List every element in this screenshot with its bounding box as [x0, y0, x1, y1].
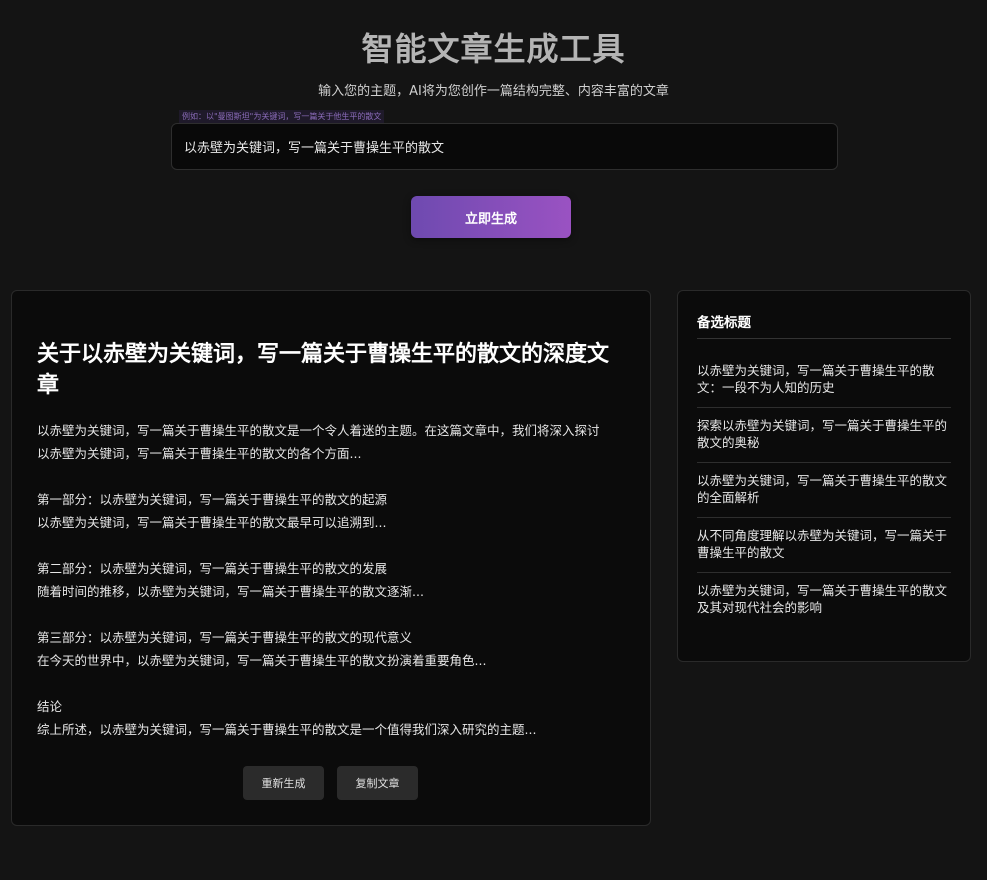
- topic-hint-label: 例如：以"曼图斯坦"为关键词，写一篇关于他生平的散文: [179, 110, 385, 123]
- article-paragraph-line: 以赤壁为关键词，写一篇关于曹操生平的散文的各个方面...: [37, 446, 362, 461]
- alternative-titles-panel: 备选标题 以赤壁为关键词，写一篇关于曹操生平的散文：一段不为人知的历史 探索以赤…: [677, 290, 971, 662]
- article-paragraph: 以赤壁为关键词，写一篇关于曹操生平的散文是一个令人着迷的主题。在这篇文章中，我们…: [37, 419, 632, 465]
- article-paragraph-line: 在今天的世界中，以赤壁为关键词，写一篇关于曹操生平的散文扮演着重要角色...: [37, 653, 487, 668]
- article-section-heading: 结论: [37, 699, 63, 714]
- generate-button[interactable]: 立即生成: [411, 196, 571, 238]
- article-title: 关于以赤壁为关键词，写一篇关于曹操生平的散文的深度文章: [37, 342, 610, 398]
- article-section-heading: 第三部分：以赤壁为关键词，写一篇关于曹操生平的散文的现代意义: [37, 630, 413, 645]
- alternative-titles-list: 以赤壁为关键词，写一篇关于曹操生平的散文：一段不为人知的历史 探索以赤壁为关键词…: [697, 353, 951, 627]
- regenerate-button[interactable]: 重新生成: [243, 766, 324, 800]
- article-paragraph: 第二部分：以赤壁为关键词，写一篇关于曹操生平的散文的发展 随着时间的推移，以赤壁…: [37, 557, 632, 603]
- article-paragraph: 第一部分：以赤壁为关键词，写一篇关于曹操生平的散文的起源 以赤壁为关键词，写一篇…: [37, 488, 632, 534]
- article-paragraph-line: 以赤壁为关键词，写一篇关于曹操生平的散文最早可以追溯到...: [37, 515, 387, 530]
- article-paragraph: 结论 综上所述，以赤壁为关键词，写一篇关于曹操生平的散文是一个值得我们深入研究的…: [37, 695, 632, 741]
- alternative-title-item[interactable]: 从不同角度理解以赤壁为关键词，写一篇关于曹操生平的散文: [697, 518, 951, 573]
- article-card: 关于以赤壁为关键词，写一篇关于曹操生平的散文的深度文章 以赤壁为关键词，写一篇关…: [11, 290, 651, 826]
- page-title: 智能文章生成工具: [361, 30, 626, 68]
- page: 智能文章生成工具 输入您的主题，AI将为您创作一篇结构完整、内容丰富的文章 例如…: [0, 0, 987, 880]
- article-section-heading: 第二部分：以赤壁为关键词，写一篇关于曹操生平的散文的发展: [37, 561, 388, 576]
- alternative-title-item[interactable]: 以赤壁为关键词，写一篇关于曹操生平的散文的全面解析: [697, 463, 951, 518]
- page-subtitle: 输入您的主题，AI将为您创作一篇结构完整、内容丰富的文章: [318, 84, 669, 99]
- alternative-titles-heading: 备选标题: [697, 311, 951, 339]
- article-section-heading: 第一部分：以赤壁为关键词，写一篇关于曹操生平的散文的起源: [37, 492, 388, 507]
- article-paragraph-line: 以赤壁为关键词，写一篇关于曹操生平的散文是一个令人着迷的主题。在这篇文章中，我们…: [37, 423, 600, 438]
- alternative-title-item[interactable]: 以赤壁为关键词，写一篇关于曹操生平的散文：一段不为人知的历史: [697, 353, 951, 408]
- article-paragraph: 第三部分：以赤壁为关键词，写一篇关于曹操生平的散文的现代意义 在今天的世界中，以…: [37, 626, 632, 672]
- article-body: 以赤壁为关键词，写一篇关于曹操生平的散文是一个令人着迷的主题。在这篇文章中，我们…: [37, 419, 632, 741]
- alternative-title-item[interactable]: 以赤壁为关键词，写一篇关于曹操生平的散文及其对现代社会的影响: [697, 573, 951, 627]
- copy-article-button[interactable]: 复制文章: [337, 766, 418, 800]
- article-paragraph-line: 随着时间的推移，以赤壁为关键词，写一篇关于曹操生平的散文逐渐...: [37, 584, 424, 599]
- alternative-title-item[interactable]: 探索以赤壁为关键词，写一篇关于曹操生平的散文的奥秘: [697, 408, 951, 463]
- article-paragraph-line: 综上所述，以赤壁为关键词，写一篇关于曹操生平的散文是一个值得我们深入研究的主题.…: [37, 722, 537, 737]
- topic-input[interactable]: [171, 123, 838, 170]
